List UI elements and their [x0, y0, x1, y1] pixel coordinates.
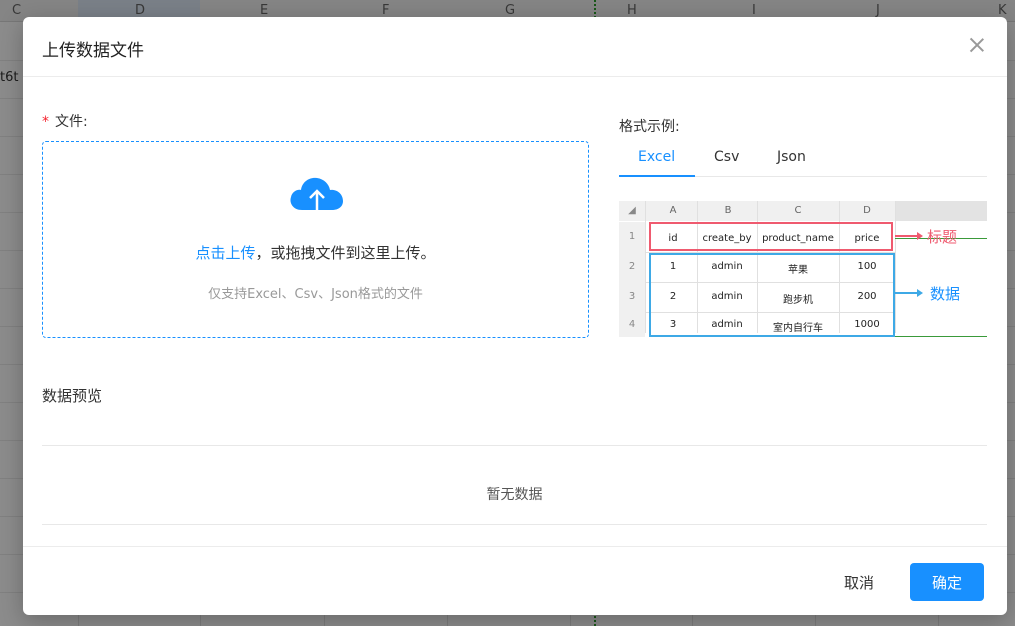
required-mark: *	[42, 114, 49, 130]
title-arrow-icon	[895, 232, 923, 240]
example-grid-line	[895, 201, 896, 333]
example-gray-area	[895, 201, 987, 221]
data-highlight-box	[649, 253, 895, 337]
excel-format-example: ◢ A B C D 1 2 3 4 id create_by product_n…	[619, 198, 987, 338]
tab-csv[interactable]: Csv	[714, 149, 739, 165]
data-preview-label: 数据预览	[42, 387, 103, 405]
data-arrow-icon	[895, 289, 923, 297]
upload-instruction-text: ，或拖拽文件到这里上传。	[255, 244, 436, 262]
cloud-upload-icon	[290, 177, 343, 219]
format-tabs: Excel Csv Json	[619, 141, 987, 177]
example-row-number: 2	[619, 252, 645, 282]
example-corner: ◢	[628, 205, 636, 216]
example-col-b: B	[724, 205, 732, 216]
close-icon[interactable]	[967, 35, 987, 55]
upload-dropzone[interactable]: 点击上传，或拖拽文件到这里上传。 仅支持Excel、Csv、Json格式的文件	[42, 141, 589, 338]
upload-data-file-dialog: 上传数据文件 * 文件: 点击上传，或拖拽文件到这里上传。 仅支持Excel、Cs…	[23, 17, 1007, 615]
empty-state-text: 暂无数据	[486, 487, 543, 503]
data-annotation: 数据	[930, 285, 961, 303]
example-column-header-row: ◢ A B C D	[619, 201, 987, 221]
data-preview-table: 暂无数据	[42, 445, 987, 525]
example-row-number: 4	[619, 312, 645, 337]
example-green-border	[895, 336, 987, 337]
file-label-text: 文件:	[55, 114, 88, 130]
dialog-title: 上传数据文件	[42, 41, 144, 61]
upload-hint: 仅支持Excel、Csv、Json格式的文件	[208, 287, 423, 302]
dialog-footer: 取消 确定	[23, 546, 1007, 615]
example-row-number: 1	[619, 222, 645, 252]
tab-json[interactable]: Json	[777, 149, 806, 165]
title-annotation: 标题	[927, 228, 958, 246]
example-grid-line	[645, 201, 646, 333]
example-col-d: D	[863, 205, 871, 216]
active-tab-indicator	[619, 175, 695, 177]
click-upload-link[interactable]: 点击上传	[195, 244, 255, 262]
title-highlight-box	[649, 222, 893, 251]
cancel-button[interactable]: 取消	[827, 563, 891, 601]
confirm-button[interactable]: 确定	[910, 563, 984, 601]
example-col-a: A	[669, 205, 677, 216]
dialog-header: 上传数据文件	[23, 17, 1007, 77]
format-example-label: 格式示例:	[619, 119, 680, 135]
example-col-c: C	[794, 205, 802, 216]
tab-excel[interactable]: Excel	[638, 149, 675, 165]
example-row-number: 3	[619, 282, 645, 312]
file-field-label: * 文件:	[42, 111, 88, 131]
upload-instruction: 点击上传，或拖拽文件到这里上传。	[43, 242, 588, 263]
